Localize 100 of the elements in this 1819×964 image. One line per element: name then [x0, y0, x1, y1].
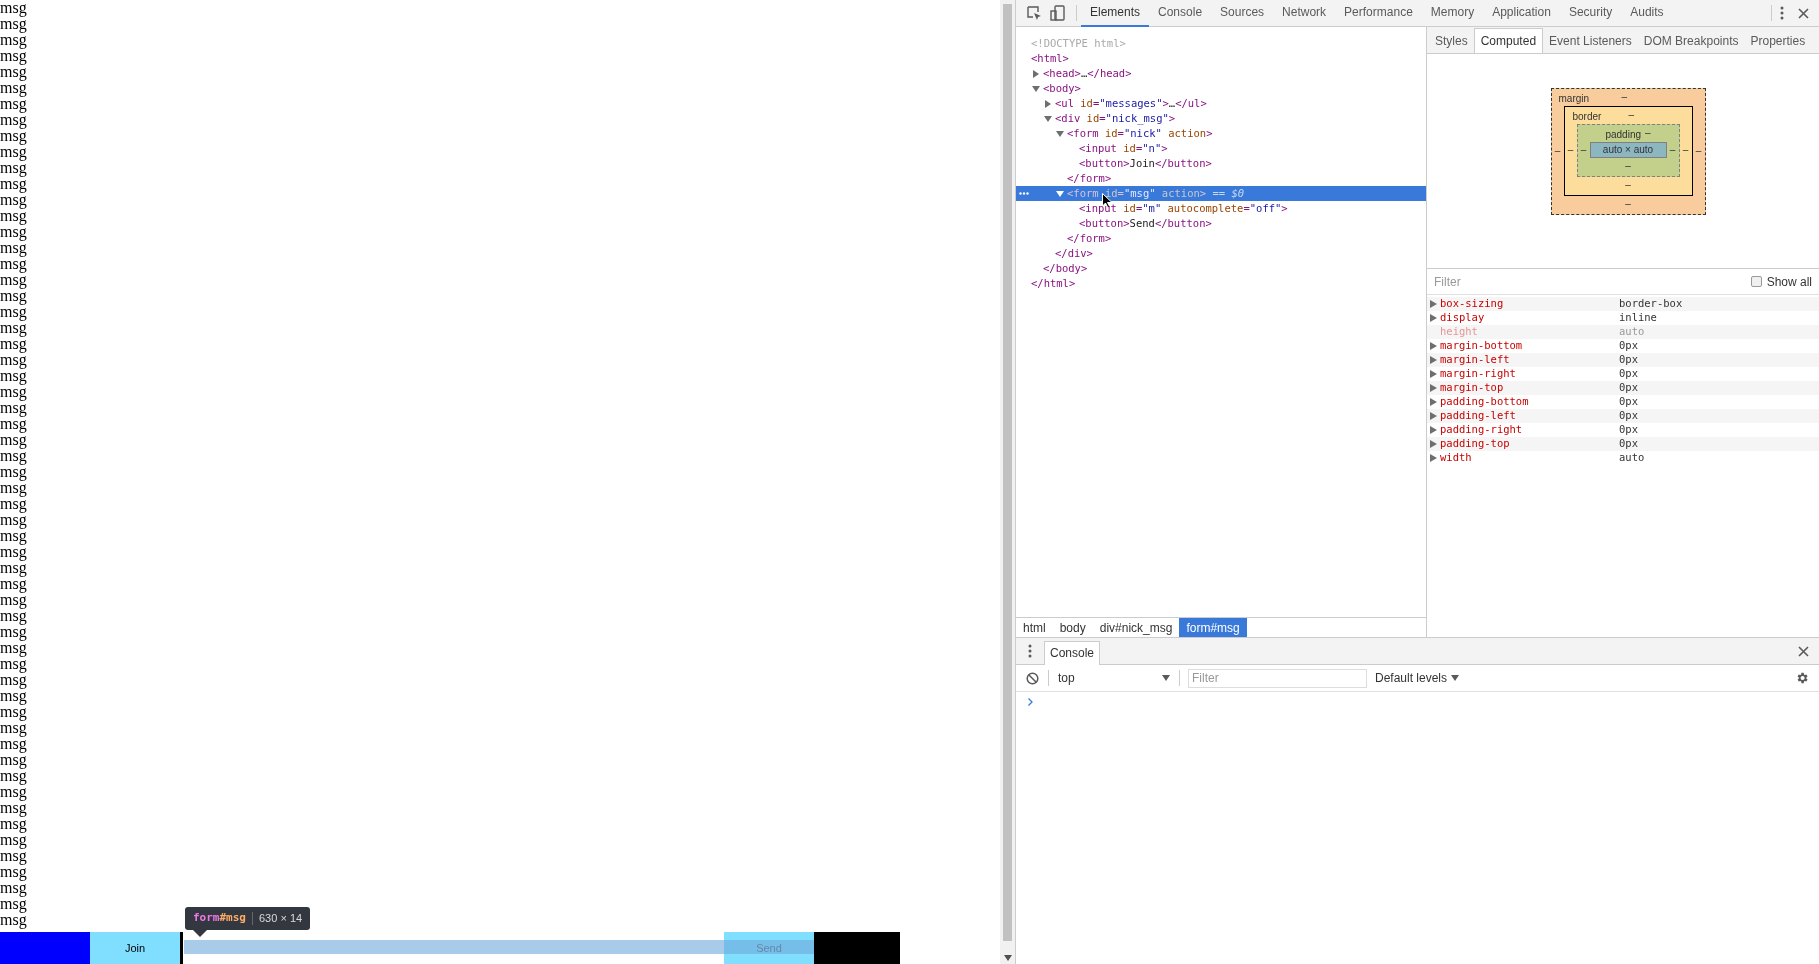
- expand-triangle-icon[interactable]: [1056, 189, 1064, 198]
- message-text: msg: [0, 112, 27, 128]
- message-text: msg: [0, 624, 27, 640]
- message-text: msg: [0, 432, 27, 448]
- message-text: msg: [0, 0, 27, 16]
- dom-closing-tag[interactable]: </html>: [1016, 276, 1426, 291]
- dom-node-row[interactable]: <html>: [1016, 51, 1426, 66]
- drawer-tab[interactable]: Console: [1044, 640, 1101, 665]
- message-text: msg: [0, 912, 27, 928]
- devtools-tab[interactable]: Performance: [1335, 0, 1422, 27]
- dom-node-row[interactable]: <input id="n">: [1016, 141, 1426, 156]
- sidebar-tab[interactable]: DOM Breakpoints: [1637, 28, 1745, 53]
- padding-bottom-value: –: [1625, 159, 1631, 171]
- show-all-checkbox[interactable]: Show all: [1750, 272, 1812, 291]
- sidebar-tab[interactable]: Computed: [1473, 28, 1544, 53]
- border-bottom-value: –: [1625, 178, 1631, 190]
- message-text: msg: [0, 128, 27, 144]
- sidebar-tab[interactable]: Styles: [1429, 28, 1474, 53]
- dom-node-row[interactable]: <body>: [1016, 81, 1426, 96]
- dropdown-arrow-icon: [1451, 675, 1460, 681]
- dom-node-row[interactable]: <div id="nick_msg">: [1016, 111, 1426, 126]
- dom-node-row[interactable]: <button>Send</button>: [1016, 216, 1426, 231]
- more-options-icon[interactable]: [1028, 644, 1032, 658]
- scrollbar-thumb[interactable]: [1003, 4, 1012, 941]
- collapse-triangle-icon[interactable]: [1032, 69, 1040, 78]
- dom-node-row[interactable]: <button>Join</button>: [1016, 156, 1426, 171]
- expand-triangle-icon[interactable]: [1032, 84, 1040, 93]
- dom-node-row[interactable]: <form id="nick" action>: [1016, 126, 1426, 141]
- message-text: msg: [0, 816, 27, 832]
- breadcrumb[interactable]: html: [1016, 618, 1053, 637]
- more-dots-icon[interactable]: [1019, 192, 1029, 195]
- message-text: msg: [0, 192, 27, 208]
- margin-left-value: –: [1554, 144, 1561, 157]
- message-text: msg: [0, 240, 27, 256]
- property-value: 0px: [1619, 408, 1638, 424]
- console-filter-field[interactable]: Filter: [1188, 668, 1367, 688]
- sidebar-tab[interactable]: Properties: [1744, 28, 1812, 53]
- message-text: msg: [0, 864, 27, 880]
- levels-dropdown[interactable]: Default levels: [1375, 669, 1460, 687]
- margin-bottom-value: –: [1625, 197, 1631, 209]
- devtools-tab[interactable]: Audits: [1621, 0, 1673, 27]
- dom-closing-tag[interactable]: </form>: [1016, 171, 1426, 186]
- computed-property-row[interactable]: padding-left 0px: [1427, 409, 1819, 423]
- devtools-tab[interactable]: Application: [1483, 0, 1560, 27]
- message-text: msg: [0, 848, 27, 864]
- computed-property-row[interactable]: margin-left 0px: [1427, 353, 1819, 367]
- message-text: msg: [0, 384, 27, 400]
- name-input[interactable]: [0, 932, 90, 964]
- property-name: padding-left: [1440, 408, 1517, 424]
- devtools-tab[interactable]: Security: [1559, 0, 1622, 27]
- scroll-down-icon[interactable]: [1003, 955, 1012, 961]
- devtools-tab[interactable]: Console: [1149, 0, 1212, 27]
- message-text: msg: [0, 736, 27, 752]
- box-model-label: padding: [1605, 127, 1641, 142]
- message-text: msg: [0, 160, 27, 176]
- property-value: 0px: [1619, 394, 1638, 410]
- message-text: msg: [0, 688, 27, 704]
- message-text: msg: [0, 496, 27, 512]
- message-text: msg: [0, 880, 27, 896]
- property-name: margin-bottom: [1440, 338, 1524, 354]
- sidebar-tab[interactable]: Event Listeners: [1543, 28, 1638, 53]
- close-icon[interactable]: [1798, 7, 1809, 19]
- property-value: 0px: [1619, 380, 1638, 396]
- devtools-tab[interactable]: Memory: [1421, 0, 1484, 27]
- property-name: display: [1440, 310, 1486, 326]
- close-icon[interactable]: [1798, 645, 1809, 657]
- device-toolbar-icon[interactable]: [1050, 5, 1066, 21]
- property-name: margin-top: [1440, 380, 1505, 396]
- devtools-tab[interactable]: Network: [1273, 0, 1336, 27]
- computed-property-row[interactable]: margin-top 0px: [1427, 381, 1819, 395]
- dom-closing-tag[interactable]: </body>: [1016, 261, 1426, 276]
- collapse-triangle-icon[interactable]: [1044, 99, 1052, 108]
- property-value: auto: [1619, 450, 1645, 466]
- breadcrumb[interactable]: div#nick_msg: [1092, 618, 1180, 637]
- message-text: msg: [0, 96, 27, 112]
- message-text: msg: [0, 32, 27, 48]
- dom-node-row[interactable]: <input id="m" autocomplete="off">: [1016, 201, 1426, 216]
- dom-node-row[interactable]: <head>…</head>: [1016, 66, 1426, 81]
- computed-property-row[interactable]: box-sizing border-box: [1427, 297, 1819, 311]
- margin-top-value: –: [1621, 90, 1628, 104]
- devtools-tab[interactable]: Elements: [1081, 0, 1150, 27]
- property-value: auto: [1619, 324, 1645, 340]
- join-button[interactable]: Join: [90, 932, 180, 964]
- inspect-element-icon[interactable]: [1026, 5, 1042, 21]
- breadcrumb[interactable]: form#msg: [1179, 618, 1247, 637]
- message-text: msg: [0, 720, 27, 736]
- dom-closing-tag[interactable]: </div>: [1016, 246, 1426, 261]
- message-text: msg: [0, 176, 27, 192]
- box-model-label: margin: [1558, 91, 1591, 106]
- devtools-tab[interactable]: Sources: [1211, 0, 1274, 27]
- clear-console-icon[interactable]: [1026, 671, 1039, 685]
- message-text: msg: [0, 896, 27, 912]
- dom-closing-tag[interactable]: </form>: [1016, 231, 1426, 246]
- breadcrumb[interactable]: body: [1052, 618, 1093, 637]
- context-select[interactable]: top: [1049, 669, 1179, 687]
- filter-field[interactable]: Filter: [1434, 272, 1751, 291]
- more-options-icon[interactable]: [1780, 6, 1784, 20]
- computed-property-row[interactable]: padding-top 0px: [1427, 437, 1819, 451]
- dom-node-row[interactable]: <ul id="messages">…</ul>: [1016, 96, 1426, 111]
- settings-icon[interactable]: [1795, 671, 1809, 685]
